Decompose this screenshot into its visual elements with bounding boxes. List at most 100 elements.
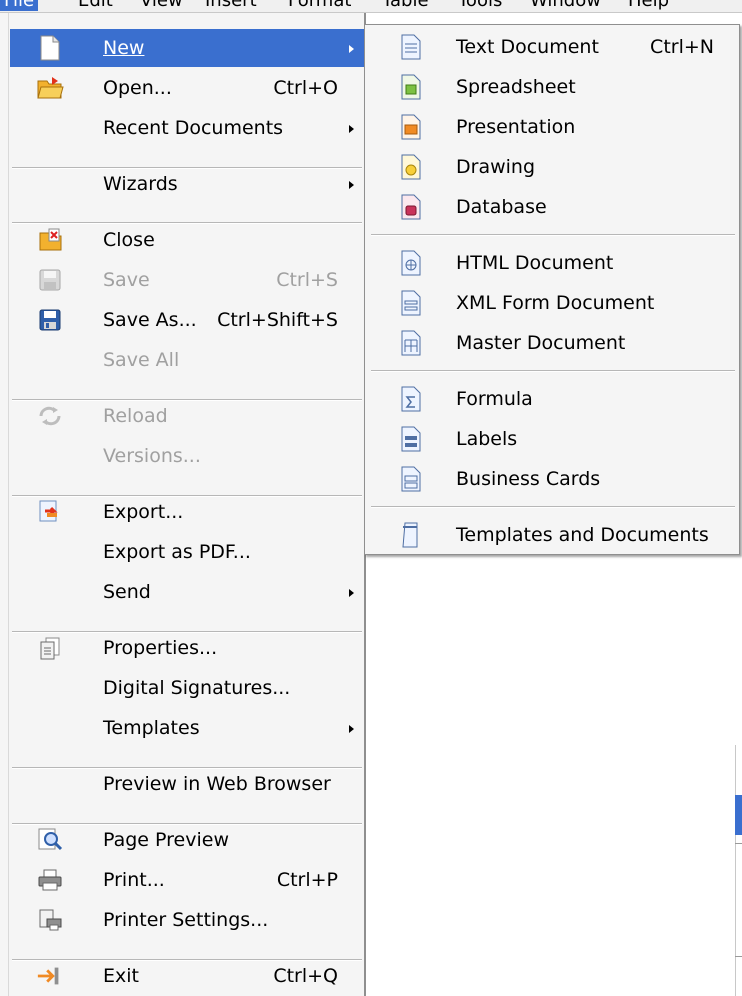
submenu-item-labels[interactable]: Labels xyxy=(366,420,738,458)
export-icon xyxy=(36,498,64,526)
printer-settings-icon xyxy=(36,906,64,934)
menubar-view[interactable]: View xyxy=(140,0,183,11)
submenu-arrow-icon xyxy=(349,725,354,733)
background-window-edge xyxy=(735,745,736,996)
shortcut-label: Ctrl+O xyxy=(273,77,338,99)
menubar-insert[interactable]: Insert xyxy=(205,0,257,11)
background-divider xyxy=(735,956,742,957)
submenu-item-business-cards[interactable]: Business Cards xyxy=(366,460,738,498)
menu-item-print[interactable]: Print... Ctrl+P xyxy=(10,861,364,899)
menu-item-label: Reload xyxy=(103,405,168,427)
menubar-table[interactable]: Table xyxy=(382,0,429,11)
close-document-icon xyxy=(36,226,64,254)
background-selection-fragment xyxy=(735,795,742,835)
menu-item-label: Print... xyxy=(103,869,165,891)
menubar-file[interactable]: File xyxy=(0,0,39,11)
menu-item-label: Export as PDF... xyxy=(103,541,251,563)
page-preview-icon xyxy=(36,826,64,854)
submenu-arrow-icon xyxy=(349,125,354,133)
menubar-tools[interactable]: Tools xyxy=(458,0,502,11)
shortcut-label: Ctrl+Q xyxy=(273,965,338,987)
submenu-item-label: Spreadsheet xyxy=(456,76,576,98)
menu-item-new[interactable]: New xyxy=(10,29,364,67)
menu-item-label: Wizards xyxy=(103,173,178,195)
master-document-icon xyxy=(398,330,424,356)
menu-item-label: Close xyxy=(103,229,155,251)
save-disk-icon xyxy=(36,266,64,294)
submenu-item-text-document[interactable]: Text Document Ctrl+N xyxy=(366,28,738,66)
menu-item-export-pdf[interactable]: Export as PDF... xyxy=(10,533,364,571)
shortcut-label: Ctrl+Shift+S xyxy=(217,309,338,331)
submenu-item-xml-form-document[interactable]: XML Form Document xyxy=(366,284,738,322)
menu-item-reload[interactable]: Reload xyxy=(10,397,364,435)
menu-item-label: Versions... xyxy=(103,445,201,467)
shortcut-label: Ctrl+N xyxy=(650,36,714,58)
submenu-item-label: Presentation xyxy=(456,116,576,138)
menu-item-wizards[interactable]: Wizards xyxy=(10,165,364,203)
labels-icon xyxy=(398,426,424,452)
submenu-item-label: Labels xyxy=(456,428,518,450)
menubar-format[interactable]: Format xyxy=(288,0,351,11)
menu-item-export[interactable]: Export... xyxy=(10,493,364,531)
save-as-disk-icon xyxy=(36,306,64,334)
menu-item-label: Save As... xyxy=(103,309,197,331)
submenu-item-database[interactable]: Database xyxy=(366,188,738,226)
menubar-edit[interactable]: Edit xyxy=(78,0,113,11)
menu-item-open[interactable]: Open... Ctrl+O xyxy=(10,69,364,107)
menu-item-save-all[interactable]: Save All xyxy=(10,341,364,379)
submenu-item-templates-and-documents[interactable]: Templates and Documents xyxy=(366,516,738,554)
new-document-icon xyxy=(36,34,64,62)
menu-item-label: Exit xyxy=(103,965,139,987)
submenu-item-master-document[interactable]: Master Document xyxy=(366,324,738,362)
menu-item-preview-web-browser[interactable]: Preview in Web Browser xyxy=(10,765,364,803)
menu-item-label: Printer Settings... xyxy=(103,909,269,931)
menu-item-label: Preview in Web Browser xyxy=(103,773,331,795)
new-submenu: Text Document Ctrl+N Spreadsheet Present… xyxy=(364,24,740,555)
database-icon xyxy=(398,194,424,220)
submenu-item-spreadsheet[interactable]: Spreadsheet xyxy=(366,68,738,106)
menu-item-recent-documents[interactable]: Recent Documents xyxy=(10,109,364,147)
menu-item-versions[interactable]: Versions... xyxy=(10,437,364,475)
open-folder-icon xyxy=(36,74,64,102)
menu-gutter xyxy=(0,13,9,996)
background-divider xyxy=(735,843,742,844)
presentation-icon xyxy=(398,114,424,140)
menu-item-label: Digital Signatures... xyxy=(103,677,291,699)
menu-item-save-as[interactable]: Save As... Ctrl+Shift+S xyxy=(10,301,364,339)
menu-item-send[interactable]: Send xyxy=(10,573,364,611)
menu-item-templates[interactable]: Templates xyxy=(10,709,364,747)
submenu-item-html-document[interactable]: HTML Document xyxy=(366,244,738,282)
submenu-item-label: XML Form Document xyxy=(456,292,655,314)
exit-arrow-icon xyxy=(36,962,64,990)
menu-item-close[interactable]: Close xyxy=(10,221,364,259)
submenu-item-formula[interactable]: Formula xyxy=(366,380,738,418)
menu-item-label: Save All xyxy=(103,349,180,371)
menu-item-label: Page Preview xyxy=(103,829,229,851)
menu-item-label: Export... xyxy=(103,501,184,523)
properties-icon xyxy=(36,634,64,662)
menu-item-page-preview[interactable]: Page Preview xyxy=(10,821,364,859)
file-menu: New Open... Ctrl+O Recent Documents Wiza… xyxy=(0,13,366,996)
templates-documents-icon xyxy=(398,522,424,548)
menubar-help[interactable]: Help xyxy=(628,0,669,11)
submenu-item-drawing[interactable]: Drawing xyxy=(366,148,738,186)
submenu-arrow-icon xyxy=(349,45,354,53)
menu-item-digital-signatures[interactable]: Digital Signatures... xyxy=(10,669,364,707)
submenu-arrow-icon xyxy=(349,589,354,597)
submenu-separator xyxy=(371,234,735,236)
spreadsheet-icon xyxy=(398,74,424,100)
formula-icon xyxy=(398,386,424,412)
menu-item-label: Recent Documents xyxy=(103,117,284,139)
business-cards-icon xyxy=(398,466,424,492)
menu-item-properties[interactable]: Properties... xyxy=(10,629,364,667)
submenu-arrow-icon xyxy=(349,181,354,189)
text-document-icon xyxy=(398,34,424,60)
menu-item-exit[interactable]: Exit Ctrl+Q xyxy=(10,957,364,995)
drawing-icon xyxy=(398,154,424,180)
menu-item-save[interactable]: Save Ctrl+S xyxy=(10,261,364,299)
submenu-item-presentation[interactable]: Presentation xyxy=(366,108,738,146)
menu-item-label: Send xyxy=(103,581,151,603)
submenu-separator xyxy=(371,370,735,372)
menubar-window[interactable]: Window xyxy=(530,0,601,11)
menu-item-printer-settings[interactable]: Printer Settings... xyxy=(10,901,364,939)
